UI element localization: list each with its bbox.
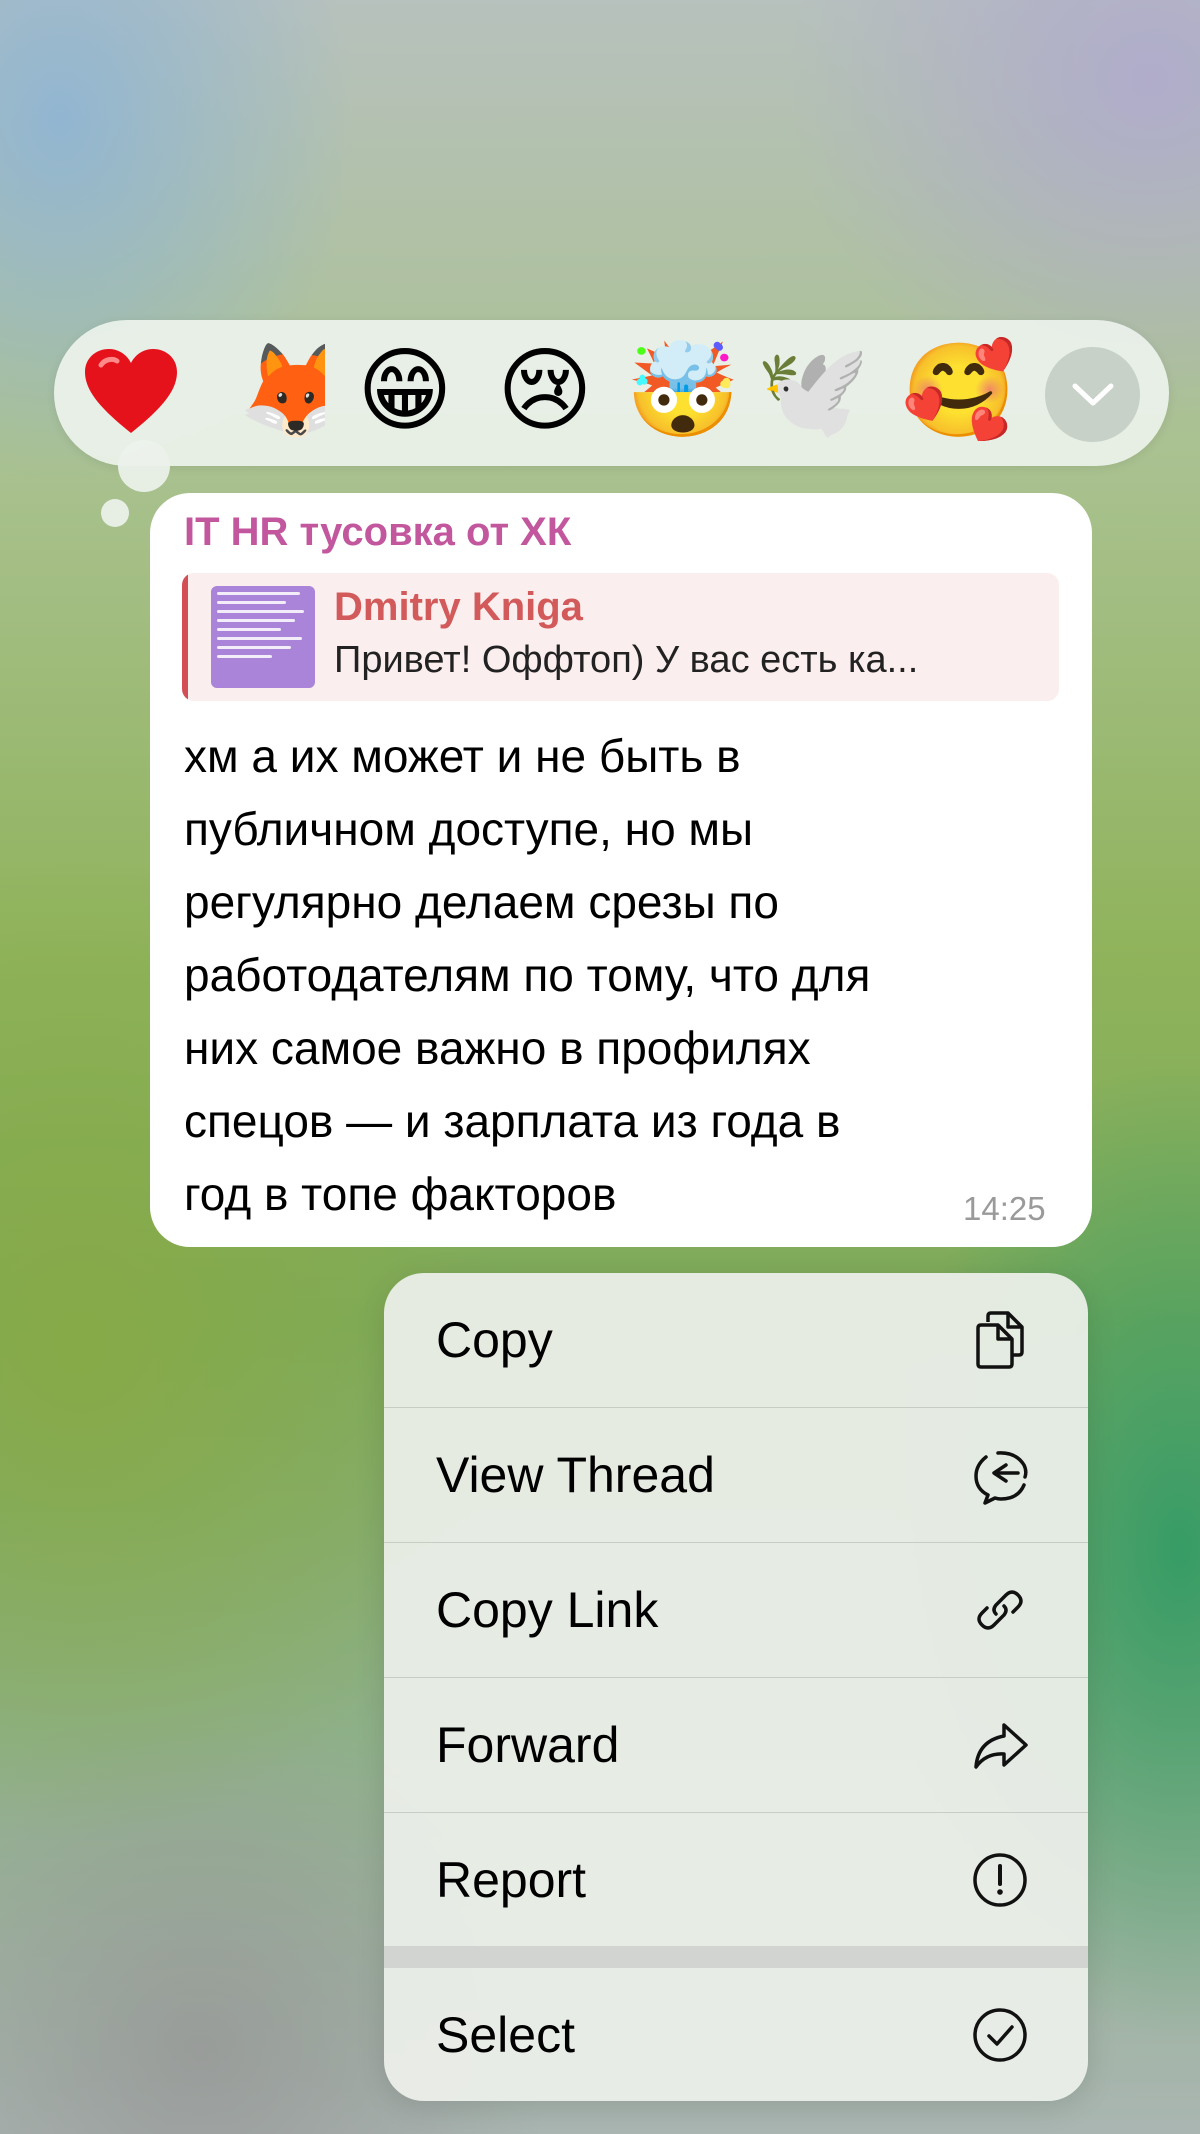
copy-icon — [968, 1308, 1032, 1372]
menu-item-select[interactable]: Select — [384, 1968, 1088, 2101]
reaction-grinning-face[interactable]: 😁 — [350, 336, 460, 446]
menu-item-view-thread[interactable]: View Thread — [384, 1408, 1088, 1542]
crying-face-icon: 😢 — [497, 337, 593, 444]
link-icon — [968, 1578, 1032, 1642]
message-text: хм а их может и не быть в публичном дост… — [184, 720, 1064, 1231]
menu-label-select: Select — [436, 2007, 575, 2063]
reply-accent-bar — [182, 573, 188, 701]
menu-item-copy[interactable]: Copy — [384, 1273, 1088, 1407]
message-timestamp: 14:25 — [963, 1190, 1046, 1227]
expand-reactions-button[interactable] — [1045, 347, 1140, 442]
reaction-picker-tail — [118, 440, 170, 492]
menu-item-forward[interactable]: Forward — [384, 1678, 1088, 1812]
menu-label-view-thread: View Thread — [436, 1447, 715, 1503]
reaction-picker-tail-dot — [101, 499, 129, 527]
dove-icon: 🕊️ — [755, 337, 871, 444]
sender-name[interactable]: IT HR тусовка от ХК — [184, 510, 571, 555]
message-line: них самое важно в профилях — [184, 1022, 811, 1074]
context-menu: Copy View Thread Copy Link Forward Repor… — [384, 1273, 1088, 2101]
reaction-fox-sticker[interactable]: 🦊 — [230, 336, 325, 446]
reaction-dove[interactable]: 🕊️ — [755, 336, 871, 446]
message-line: публичном доступе, но мы — [184, 803, 754, 855]
menu-item-copy-link[interactable]: Copy Link — [384, 1543, 1088, 1677]
message-line: регулярно делаем срезы по — [184, 876, 779, 928]
reply-author: Dmitry Kniga — [334, 585, 583, 629]
report-icon — [968, 1848, 1032, 1912]
menu-section-separator — [384, 1946, 1088, 1968]
menu-label-copy: Copy — [436, 1312, 553, 1368]
forward-icon — [968, 1713, 1032, 1777]
menu-item-report[interactable]: Report — [384, 1813, 1088, 1947]
red-heart-icon — [85, 349, 177, 433]
grinning-face-icon: 😁 — [357, 337, 453, 444]
smiling-face-with-hearts-icon: 🥰 — [901, 337, 1017, 444]
reply-preview-text: Привет! Оффтоп) У вас есть ка... — [334, 639, 919, 681]
message-line: год в топе факторов — [184, 1168, 617, 1220]
chevron-down-icon — [1072, 383, 1113, 405]
checkmark-circle-icon — [968, 2003, 1032, 2067]
fox-sticker-icon: 🦊 — [238, 337, 325, 444]
exploding-head-icon: 🤯 — [625, 337, 741, 444]
menu-label-forward: Forward — [436, 1717, 620, 1773]
reaction-red-heart[interactable] — [76, 336, 186, 446]
menu-label-copy-link: Copy Link — [436, 1582, 659, 1638]
menu-label-report: Report — [436, 1852, 587, 1908]
message-line: спецов — и зарплата из года в — [184, 1095, 841, 1147]
reaction-exploding-head[interactable]: 🤯 — [625, 336, 741, 446]
message-line: работодателям по тому, что для — [184, 949, 871, 1001]
reply-quote[interactable]: Dmitry Kniga Привет! Оффтоп) У вас есть … — [182, 573, 1059, 701]
reply-thumbnail — [211, 586, 315, 688]
message-line: хм а их может и не быть в — [184, 730, 741, 782]
reaction-smiling-face-with-hearts[interactable]: 🥰 — [901, 336, 1017, 446]
thread-icon — [968, 1443, 1032, 1507]
reaction-crying-face[interactable]: 😢 — [490, 336, 600, 446]
